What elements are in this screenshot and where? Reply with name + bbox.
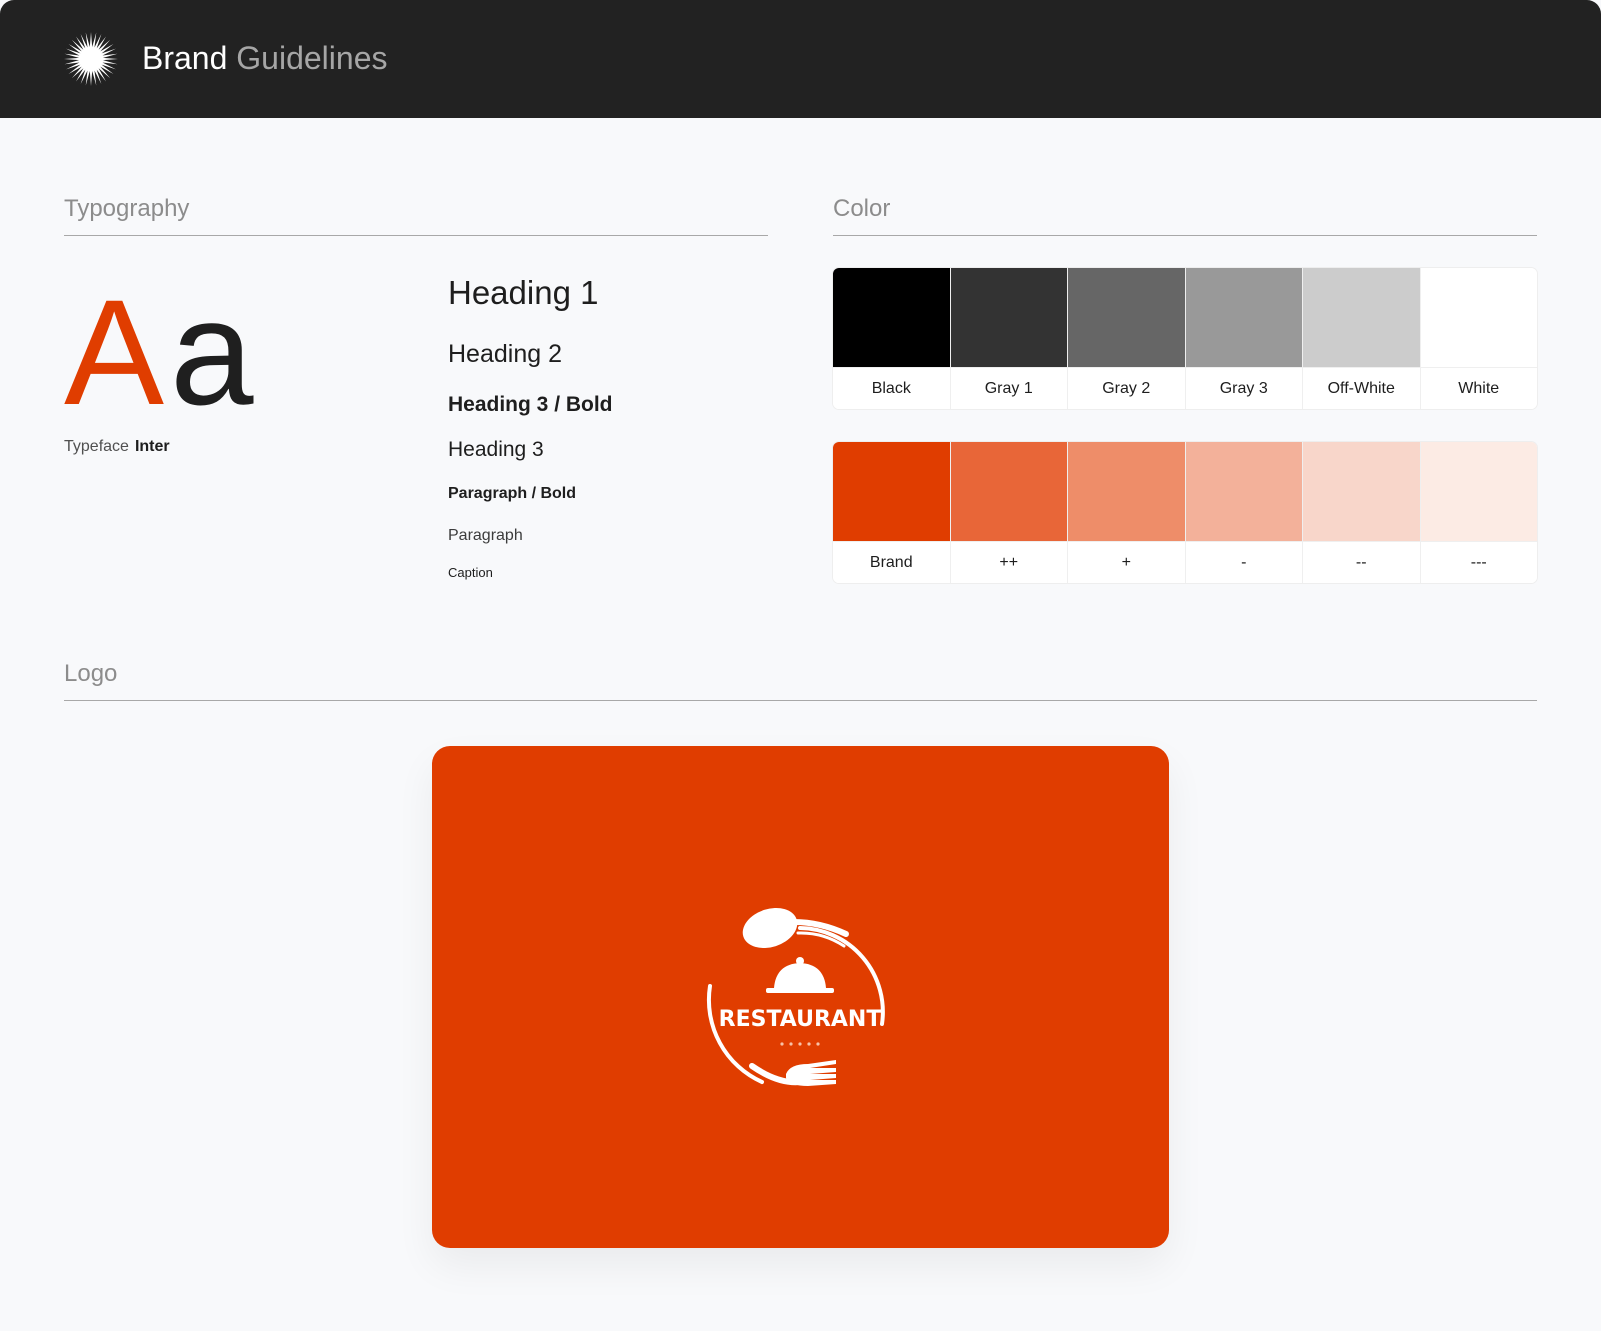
swatch-chip [1068, 268, 1185, 367]
logo-card: RESTAURANT [432, 746, 1169, 1248]
swatch-chip [950, 268, 1067, 367]
typeface-label: Typeface Inter [64, 437, 170, 457]
color-divider [833, 235, 1537, 236]
swatch-label: Gray 3 [1185, 367, 1302, 409]
logo-section-title: Logo [64, 660, 118, 687]
sample-heading-3-bold: Heading 3 / Bold [448, 393, 613, 416]
swatch-label: --- [1420, 541, 1537, 583]
swatch-black: Black [833, 268, 951, 409]
swatch-chip [1303, 442, 1420, 541]
swatch-brand-plus: + [1068, 442, 1186, 583]
swatch-brand-minus-minus: -- [1303, 442, 1421, 583]
swatch-chip [1185, 442, 1302, 541]
specimen-uppercase: A [64, 268, 164, 436]
typography-divider [64, 235, 768, 236]
title-primary: Brand [142, 40, 228, 76]
swatch-brand-minus: - [1185, 442, 1303, 583]
swatch-white: White [1420, 268, 1537, 409]
swatch-off-white: Off-White [1303, 268, 1421, 409]
swatch-chip [833, 442, 950, 541]
starburst-icon [64, 32, 118, 86]
swatch-label: Black [833, 367, 950, 409]
title-secondary: Guidelines [236, 40, 388, 76]
swatch-gray-1: Gray 1 [950, 268, 1068, 409]
typeface-name: Inter [134, 438, 170, 455]
swatch-brand-plus-plus: ++ [950, 442, 1068, 583]
sample-caption: Caption [448, 565, 493, 580]
swatch-chip [950, 442, 1067, 541]
brand-palette: Brand ++ + - -- --- [833, 442, 1537, 583]
typeface-specimen: Aa [64, 262, 254, 442]
swatch-gray-2: Gray 2 [1068, 268, 1186, 409]
swatch-chip [1420, 268, 1537, 367]
swatch-chip [1420, 442, 1537, 541]
swatch-label: - [1185, 541, 1302, 583]
logo-wordmark: RESTAURANT [719, 1007, 882, 1032]
swatch-label: Off-White [1303, 367, 1420, 409]
typography-section-title: Typography [64, 195, 190, 222]
swatch-brand: Brand [833, 442, 951, 583]
sample-paragraph-bold: Paragraph / Bold [448, 485, 577, 502]
swatch-label: ++ [950, 541, 1067, 583]
swatch-label: -- [1303, 541, 1420, 583]
page-title: Brand Guidelines [142, 38, 387, 78]
swatch-chip [1185, 268, 1302, 367]
swatch-label: + [1068, 541, 1185, 583]
sample-heading-3: Heading 3 [448, 438, 544, 461]
swatch-chip [833, 268, 950, 367]
sample-heading-1: Heading 1 [448, 274, 599, 311]
swatch-gray-3: Gray 3 [1185, 268, 1303, 409]
swatch-chip [1303, 268, 1420, 367]
typeface-caption: Typeface [64, 438, 129, 455]
swatch-label: Gray 1 [950, 367, 1067, 409]
neutral-palette: Black Gray 1 Gray 2 Gray 3 Off-White Whi… [833, 268, 1537, 409]
specimen-lowercase: a [170, 268, 253, 436]
color-section-title: Color [833, 195, 891, 222]
swatch-chip [1068, 442, 1185, 541]
sample-paragraph: Paragraph [448, 527, 523, 544]
app-header: Brand Guidelines [0, 0, 1601, 118]
restaurant-cloche-logo: RESTAURANT [706, 907, 885, 1086]
swatch-label: Gray 2 [1068, 367, 1185, 409]
swatch-label: Brand [833, 541, 950, 583]
swatch-label: White [1420, 367, 1537, 409]
logo-divider [64, 700, 1537, 701]
sample-heading-2: Heading 2 [448, 340, 562, 368]
swatch-brand-minus-3: --- [1420, 442, 1537, 583]
